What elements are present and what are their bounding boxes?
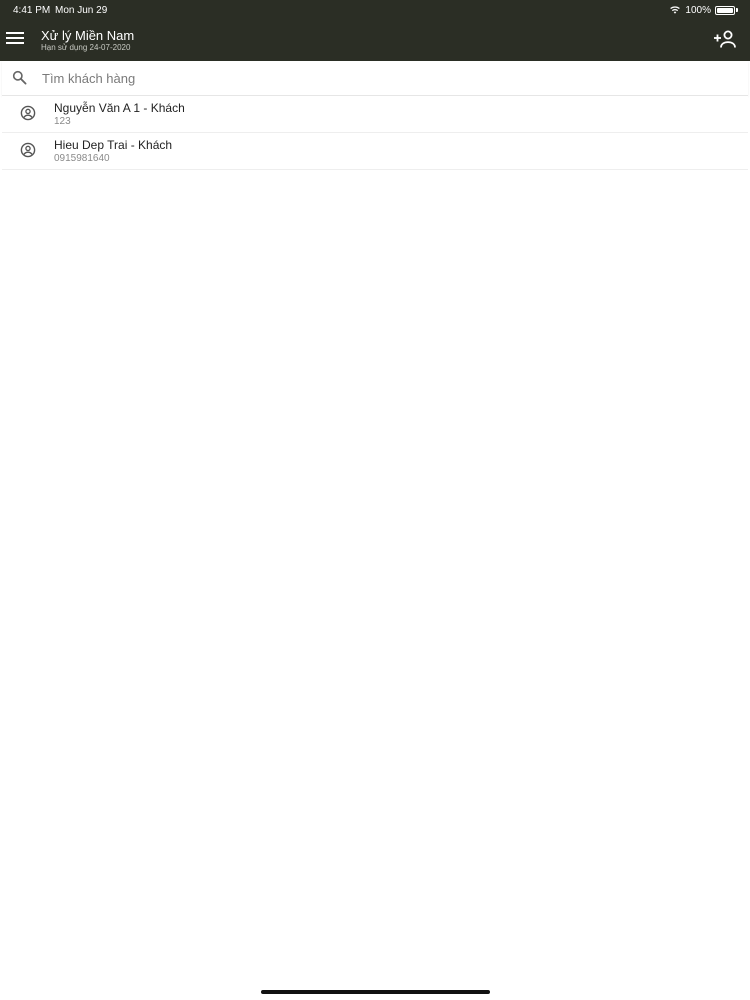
battery-tip (736, 8, 738, 12)
page-title: Xử lý Miền Nam (41, 28, 135, 43)
account-circle-icon (20, 105, 36, 121)
customer-list: Nguyễn Văn A 1 - Khách 123 Hieu Dep Trai… (2, 96, 748, 170)
customer-name: Nguyễn Văn A 1 - Khách (54, 101, 185, 115)
battery-icon (715, 5, 735, 15)
battery-percent: 100% (685, 4, 711, 16)
app-header: 4:41 PM Mon Jun 29 100% Xử lý Miền Nam H… (0, 0, 750, 61)
customer-name: Hieu Dep Trai - Khách (54, 138, 173, 152)
list-item-customer-1[interactable]: Nguyễn Văn A 1 - Khách 123 (2, 96, 748, 133)
customer-phone: 0915981640 (54, 153, 110, 164)
account-circle-icon (20, 142, 36, 158)
page-subtitle: Hạn sử dụng 24-07-2020 (41, 43, 131, 52)
status-date: Mon Jun 29 (55, 5, 108, 16)
search-input[interactable] (40, 67, 734, 89)
add-user-button[interactable] (713, 29, 737, 49)
status-time: 4:41 PM (13, 5, 51, 16)
home-indicator[interactable] (261, 990, 490, 994)
list-item-customer-2[interactable]: Hieu Dep Trai - Khách 0915981640 (2, 133, 748, 170)
search-icon (12, 70, 27, 85)
search-bar (2, 61, 748, 96)
status-indicators: 100% (669, 3, 738, 17)
customer-phone: 123 (54, 116, 71, 127)
hamburger-menu-icon[interactable] (6, 29, 24, 47)
wifi-icon (670, 6, 681, 14)
